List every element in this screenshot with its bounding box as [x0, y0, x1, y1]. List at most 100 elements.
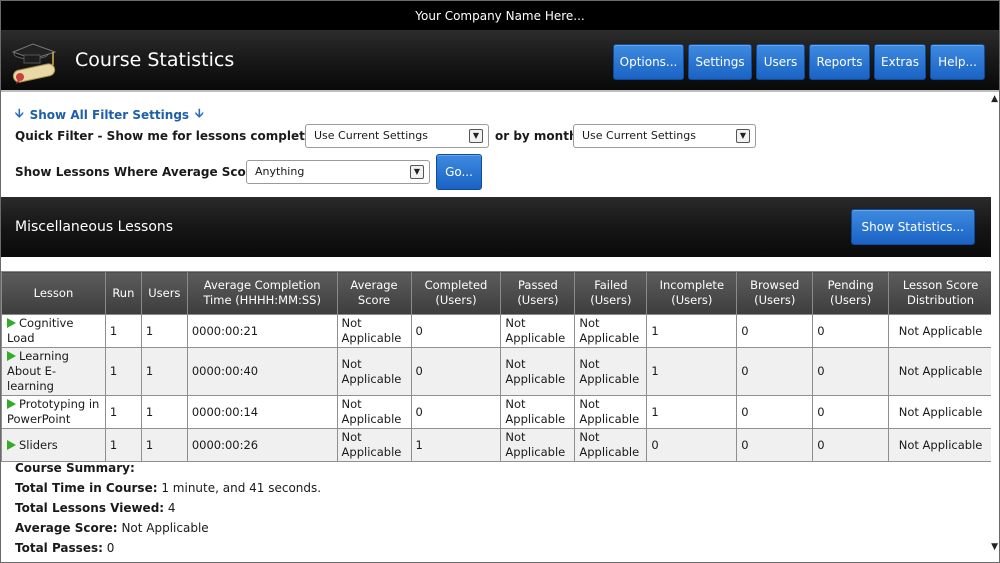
- arrow-down-icon: 🡫: [15, 106, 24, 120]
- failed-cell: Not Applicable: [574, 347, 648, 396]
- lesson-name-link[interactable]: Learning About E-learning: [1, 347, 106, 396]
- incomplete-cell: 1: [646, 314, 738, 348]
- header-incomplete[interactable]: Incomplete (Users): [646, 271, 738, 315]
- completed-cell: 1: [410, 428, 502, 462]
- completed-cell: 0: [410, 314, 502, 348]
- page-title: Course Statistics: [75, 49, 235, 71]
- pending-cell: 0: [812, 347, 890, 396]
- time-cell: 0000:00:21: [186, 314, 338, 348]
- header-failed[interactable]: Failed (Users): [574, 271, 648, 315]
- go-button[interactable]: Go...: [436, 154, 482, 190]
- browsed-cell: 0: [736, 347, 814, 396]
- distribution-cell: Not Applicable: [888, 395, 993, 429]
- section-title: Miscellaneous Lessons: [15, 219, 174, 235]
- help-button[interactable]: Help...: [930, 44, 985, 80]
- table-row: Cognitive Load 1 1 0000:00:21 Not Applic…: [1, 314, 993, 348]
- failed-cell: Not Applicable: [574, 395, 648, 429]
- time-cell: 0000:00:14: [186, 395, 338, 429]
- extras-button[interactable]: Extras: [874, 44, 926, 80]
- lesson-name-link[interactable]: Sliders: [1, 428, 106, 462]
- avg-score-select[interactable]: Anything ▼: [246, 160, 430, 184]
- filter-panel: 🡫 Show All Filter Settings 🡫: [1, 92, 999, 195]
- table-row: Learning About E-learning 1 1 0000:00:40…: [1, 347, 993, 396]
- avg-score-cell: Not Applicable: [336, 314, 412, 348]
- failed-cell: Not Applicable: [574, 428, 648, 462]
- chevron-down-icon: ▼: [469, 129, 483, 143]
- passed-cell: Not Applicable: [500, 314, 576, 348]
- header-passed[interactable]: Passed (Users): [500, 271, 576, 315]
- play-icon: [7, 318, 16, 328]
- summary-average-score: Average Score: Not Applicable: [15, 521, 209, 535]
- graduation-cap-diploma-icon: [11, 43, 57, 84]
- header-pending[interactable]: Pending (Users): [812, 271, 890, 315]
- options-button[interactable]: Options...: [613, 44, 684, 80]
- distribution-cell: Not Applicable: [888, 428, 993, 462]
- course-summary: Course Summary: Total Time in Course: 1 …: [15, 458, 321, 558]
- company-banner: Your Company Name Here...: [1, 1, 999, 30]
- users-cell: 1: [140, 395, 188, 429]
- play-icon: [7, 439, 16, 450]
- run-cell: 1: [104, 347, 142, 396]
- show-statistics-button[interactable]: Show Statistics...: [850, 209, 975, 245]
- avg-score-cell: Not Applicable: [336, 395, 412, 429]
- top-nav: Options... Settings Users Reports Extras…: [613, 44, 985, 80]
- time-cell: 0000:00:26: [186, 428, 338, 462]
- lesson-name-link[interactable]: Prototyping in PowerPoint: [1, 395, 106, 429]
- passed-cell: Not Applicable: [500, 428, 576, 462]
- time-cell: 0000:00:40: [186, 347, 338, 396]
- avg-score-cell: Not Applicable: [336, 347, 412, 396]
- section-header: Miscellaneous Lessons Show Statistics...: [1, 197, 999, 257]
- arrow-down-icon: 🡫: [195, 106, 204, 120]
- app-window: Your Company Name Here... Course Statist…: [0, 0, 1000, 563]
- browsed-cell: 0: [736, 314, 814, 348]
- settings-button[interactable]: Settings: [688, 44, 752, 80]
- incomplete-cell: 1: [646, 395, 738, 429]
- header-average-score[interactable]: Average Score: [336, 271, 412, 315]
- scroll-up-arrow-icon[interactable]: ▲: [991, 94, 998, 104]
- users-button[interactable]: Users: [756, 44, 805, 80]
- browsed-cell: 0: [736, 428, 814, 462]
- completed-cell: 0: [410, 395, 502, 429]
- summary-heading: Course Summary:: [15, 461, 135, 475]
- header-lesson[interactable]: Lesson: [1, 271, 106, 315]
- chevron-down-icon: ▼: [410, 165, 424, 179]
- avg-score-cell: Not Applicable: [336, 428, 412, 462]
- run-cell: 1: [104, 428, 142, 462]
- by-month-value: Use Current Settings: [582, 129, 696, 142]
- header-browsed[interactable]: Browsed (Users): [736, 271, 814, 315]
- vertical-scrollbar[interactable]: [991, 93, 999, 562]
- users-cell: 1: [140, 347, 188, 396]
- incomplete-cell: 1: [646, 347, 738, 396]
- show-all-filter-settings-link[interactable]: 🡫 Show All Filter Settings 🡫: [15, 104, 204, 125]
- distribution-cell: Not Applicable: [888, 347, 993, 396]
- header-score-distribution[interactable]: Lesson Score Distribution: [888, 271, 993, 315]
- company-name: Your Company Name Here...: [415, 9, 585, 23]
- lessons-table: Lesson Run Users Average Completion Time…: [1, 271, 993, 462]
- header-completed[interactable]: Completed (Users): [410, 271, 502, 315]
- summary-lessons-viewed: Total Lessons Viewed: 4: [15, 501, 176, 515]
- pending-cell: 0: [812, 314, 890, 348]
- scroll-down-arrow-icon[interactable]: ▼: [991, 542, 998, 552]
- completed-as-of-select[interactable]: Use Current Settings ▼: [305, 124, 489, 148]
- run-cell: 1: [104, 314, 142, 348]
- app-header: Course Statistics Options... Settings Us…: [1, 30, 999, 92]
- pending-cell: 0: [812, 428, 890, 462]
- by-month-select[interactable]: Use Current Settings ▼: [573, 124, 756, 148]
- header-users[interactable]: Users: [140, 271, 188, 315]
- play-icon: [7, 351, 16, 361]
- incomplete-cell: 0: [646, 428, 738, 462]
- users-cell: 1: [140, 428, 188, 462]
- passed-cell: Not Applicable: [500, 395, 576, 429]
- run-cell: 1: [104, 395, 142, 429]
- failed-cell: Not Applicable: [574, 314, 648, 348]
- users-cell: 1: [140, 314, 188, 348]
- chevron-down-icon: ▼: [736, 129, 750, 143]
- summary-total-time: Total Time in Course: 1 minute, and 41 s…: [15, 481, 322, 495]
- header-run[interactable]: Run: [104, 271, 142, 315]
- filter-toggle-label: Show All Filter Settings: [29, 107, 190, 122]
- lesson-name-link[interactable]: Cognitive Load: [1, 314, 106, 348]
- avg-score-filter-label: Show Lessons Where Average Score is:: [15, 165, 281, 179]
- avg-score-value: Anything: [255, 165, 305, 178]
- header-avg-completion-time[interactable]: Average Completion Time (HHHH:MM:SS): [186, 271, 338, 315]
- reports-button[interactable]: Reports: [809, 44, 870, 80]
